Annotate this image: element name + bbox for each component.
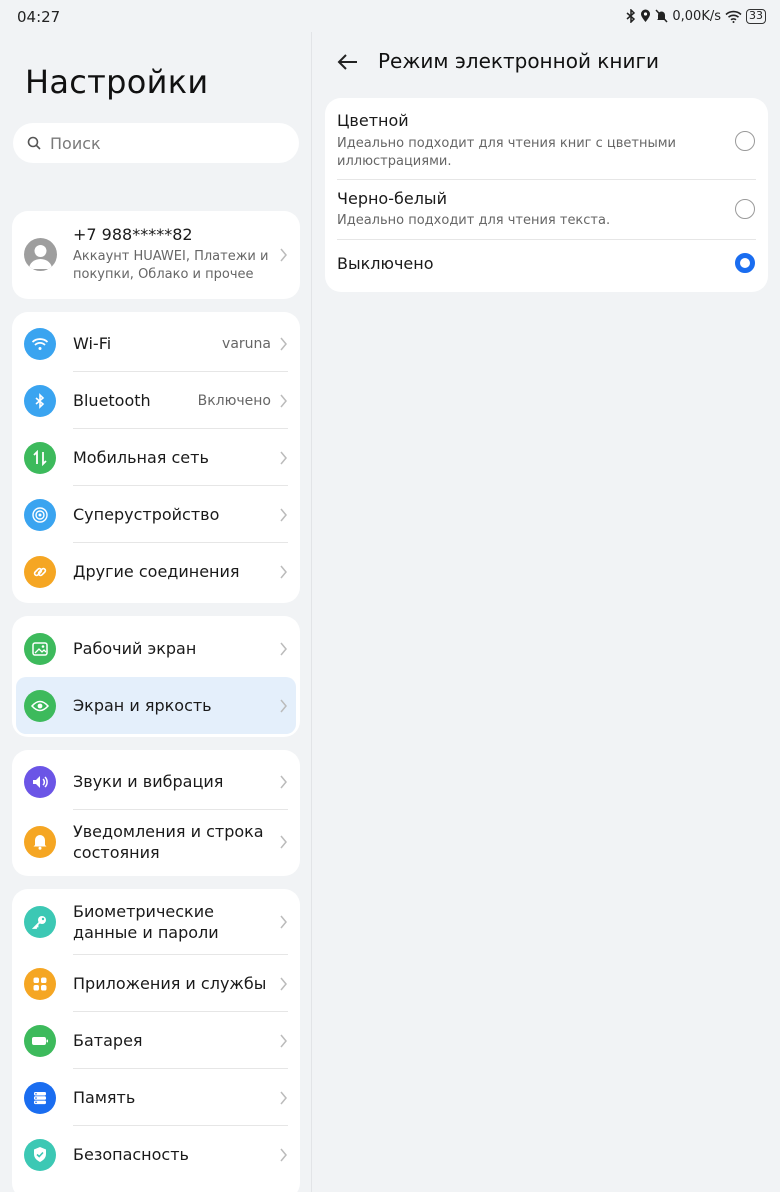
settings-item-value: Включено xyxy=(197,392,271,409)
settings-item-battery[interactable]: Батарея xyxy=(12,1012,300,1069)
back-arrow-icon[interactable] xyxy=(336,50,360,74)
settings-item-super-device[interactable]: Суперустройство xyxy=(12,486,300,543)
chevron-right-icon xyxy=(280,699,287,712)
bluetooth-icon xyxy=(24,384,56,417)
battery-icon xyxy=(24,1024,56,1057)
chevron-right-icon xyxy=(280,977,287,990)
settings-item-wifi[interactable]: Wi-Fi varuna xyxy=(12,315,300,372)
sound-icon xyxy=(24,765,56,798)
settings-item-label: Wi-Fi xyxy=(73,334,112,353)
detail-page-title: Режим электронной книги xyxy=(378,49,659,73)
settings-item-notifications[interactable]: Уведомления и строка состояния xyxy=(12,810,300,873)
chevron-right-icon xyxy=(280,642,287,655)
mute-icon xyxy=(655,9,668,23)
chevron-right-icon xyxy=(280,1148,287,1161)
settings-item-label: Батарея xyxy=(73,1031,143,1050)
key-icon xyxy=(24,906,56,938)
radio-button[interactable] xyxy=(735,131,755,151)
search-icon xyxy=(27,136,41,150)
settings-item-label: Экран и яркость xyxy=(73,696,212,715)
settings-item-label: Суперустройство xyxy=(73,505,220,524)
battery-icon: 33 xyxy=(746,8,766,24)
settings-item-label: Безопасность xyxy=(73,1145,189,1164)
chevron-right-icon xyxy=(280,835,287,848)
location-icon xyxy=(641,9,651,22)
settings-item-label: Биометрические данные и пароли xyxy=(73,902,219,942)
option-description: Идеально подходит для чтения текста. xyxy=(337,213,611,228)
settings-item-bluetooth[interactable]: Bluetooth Включено xyxy=(12,372,300,429)
settings-item-biometrics[interactable]: Биометрические данные и пароли xyxy=(12,889,300,955)
option-name: Цветной xyxy=(337,111,409,130)
page-title: Настройки xyxy=(25,63,209,101)
chevron-right-icon xyxy=(280,394,287,407)
settings-item-other-connections[interactable]: Другие соединения xyxy=(12,543,300,600)
settings-item-label: Рабочий экран xyxy=(73,639,197,658)
panel-divider xyxy=(311,32,312,1192)
avatar xyxy=(24,238,57,271)
settings-item-label: Приложения и службы xyxy=(73,974,267,993)
chevron-right-icon xyxy=(280,451,287,464)
option-color[interactable]: Цветной Идеально подходит для чтения кни… xyxy=(325,98,768,179)
ebook-mode-options: Цветной Идеально подходит для чтения кни… xyxy=(325,98,768,292)
settings-item-label: Другие соединения xyxy=(73,562,240,581)
link-icon xyxy=(24,555,56,588)
search-input[interactable]: Поиск xyxy=(13,123,299,163)
settings-item-security[interactable]: Безопасность xyxy=(12,1126,300,1183)
mobile-data-icon xyxy=(24,441,56,474)
chevron-right-icon xyxy=(280,775,287,788)
settings-item-storage[interactable]: Память xyxy=(12,1069,300,1126)
sound-notification-group: Звуки и вибрация Уведомления и строка со… xyxy=(12,750,300,876)
settings-item-label: Уведомления и строка состояния xyxy=(73,821,264,862)
status-bar: 04:27 0,00K/s 33 xyxy=(0,0,780,32)
super-device-icon xyxy=(24,498,56,531)
settings-item-home-screen[interactable]: Рабочий экран xyxy=(12,620,300,677)
shield-icon xyxy=(24,1138,56,1171)
system-group: Биометрические данные и пароли Приложени… xyxy=(12,889,300,1192)
search-placeholder: Поиск xyxy=(50,133,101,153)
radio-button-selected[interactable] xyxy=(735,253,755,273)
settings-item-label: Звуки и вибрация xyxy=(73,772,224,791)
status-icons: 0,00K/s 33 xyxy=(626,7,766,25)
account-card[interactable]: +7 988*****82 Аккаунт HUAWEI, Платежи и … xyxy=(12,211,300,299)
settings-item-sound[interactable]: Звуки и вибрация xyxy=(12,753,300,810)
wifi-icon xyxy=(725,10,742,23)
chevron-right-icon xyxy=(280,565,287,578)
wifi-icon xyxy=(24,327,56,360)
settings-item-apps[interactable]: Приложения и службы xyxy=(12,955,300,1012)
chevron-right-icon xyxy=(280,1034,287,1047)
option-description: Идеально подходит для чтения книг с цвет… xyxy=(337,136,677,169)
chevron-right-icon xyxy=(280,508,287,521)
apps-icon xyxy=(24,967,56,1000)
option-name: Выключено xyxy=(337,254,434,273)
chevron-right-icon xyxy=(280,915,287,929)
settings-item-mobile-network[interactable]: Мобильная сеть xyxy=(12,429,300,486)
eye-icon xyxy=(24,689,56,722)
settings-item-label: Мобильная сеть xyxy=(73,448,209,467)
status-time: 04:27 xyxy=(17,8,61,26)
home-screen-icon xyxy=(24,632,56,665)
radio-button[interactable] xyxy=(735,199,755,219)
account-subtitle: Аккаунт HUAWEI, Платежи и покупки, Облак… xyxy=(73,249,269,282)
settings-item-label: Bluetooth xyxy=(73,391,151,410)
settings-item-display-brightness[interactable]: Экран и яркость xyxy=(16,677,296,734)
bluetooth-icon xyxy=(626,9,636,23)
bell-icon xyxy=(24,825,56,858)
account-phone: +7 988*****82 xyxy=(73,225,193,244)
settings-item-label: Память xyxy=(73,1088,136,1107)
option-black-white[interactable]: Черно-белый Идеально подходит для чтения… xyxy=(325,180,768,239)
chevron-right-icon xyxy=(280,337,287,350)
storage-icon xyxy=(24,1081,56,1114)
network-speed: 0,00K/s xyxy=(672,8,721,24)
connections-group: Wi-Fi varuna Bluetooth Включено Мобильна… xyxy=(12,312,300,603)
display-group: Рабочий экран Экран и яркость xyxy=(12,616,300,737)
chevron-right-icon xyxy=(280,1091,287,1104)
option-name: Черно-белый xyxy=(337,189,447,208)
settings-item-value: varuna xyxy=(222,335,271,352)
chevron-right-icon xyxy=(280,248,287,262)
option-off[interactable]: Выключено xyxy=(325,240,768,292)
